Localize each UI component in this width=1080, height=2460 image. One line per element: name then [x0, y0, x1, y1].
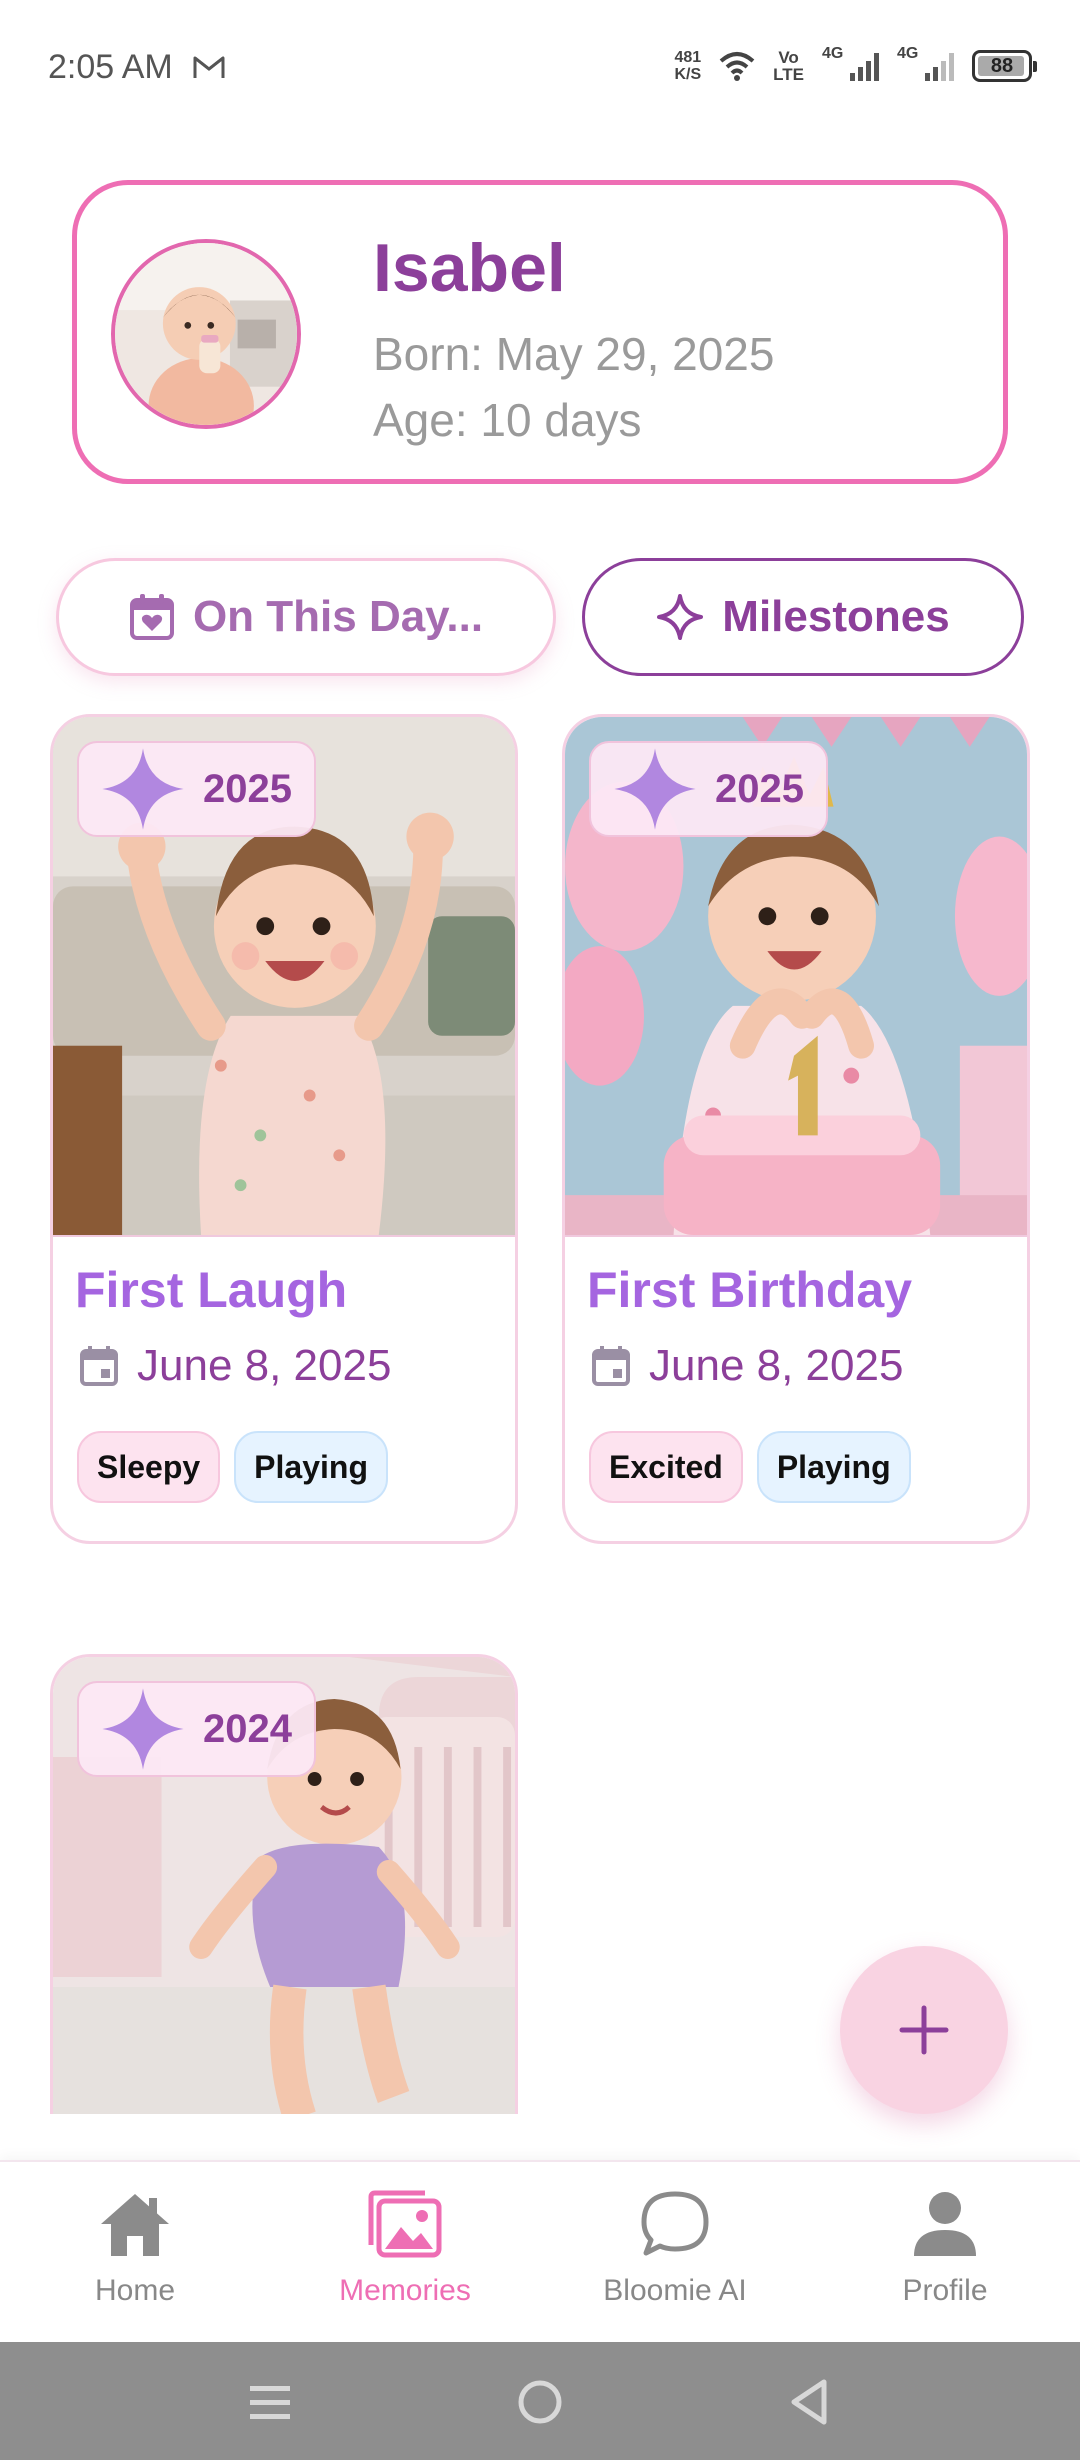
gmail-icon [193, 56, 225, 78]
memory-photo[interactable]: 2025 [53, 717, 515, 1237]
memory-card-first-birthday[interactable]: 2025 First Birthday June 8, 2025 Excited… [562, 714, 1030, 1544]
chat-bubble-icon [635, 2184, 715, 2264]
year-badge: 2025 [589, 741, 828, 837]
tag-chip[interactable]: Playing [756, 1431, 911, 1503]
tag-chip[interactable]: Excited [589, 1431, 743, 1503]
on-this-day-button[interactable]: On This Day... [56, 558, 556, 676]
mood-tags: Excited Playing [589, 1431, 911, 1503]
memory-date: June 8, 2025 [79, 1341, 391, 1391]
wifi-icon [719, 52, 755, 81]
year-badge: 2025 [77, 741, 316, 837]
person-icon [905, 2184, 985, 2264]
memory-card-2024[interactable]: 2024 [50, 1654, 518, 2114]
mood-tags: Sleepy Playing [77, 1431, 388, 1503]
circle-icon [518, 2380, 562, 2424]
tag-chip[interactable]: Sleepy [77, 1431, 221, 1503]
status-icons: 481 K/S Vo LTE 4G 4G 88 [674, 44, 1037, 88]
signal-icon-sim1: 4G [822, 45, 879, 81]
plus-icon [899, 2005, 949, 2055]
baby-photo-avatar [115, 243, 297, 425]
add-memory-button[interactable] [840, 1946, 1008, 2114]
menu-icon [250, 2386, 290, 2419]
nav-memories[interactable]: Memories [295, 2184, 515, 2324]
memory-date: June 8, 2025 [591, 1341, 903, 1391]
avatar[interactable] [111, 239, 301, 429]
memory-photo[interactable]: 2025 [565, 717, 1027, 1237]
bottom-navigation: Home Memories Bloomie AI Profile [0, 2160, 1080, 2342]
sparkle-icon [102, 748, 184, 830]
home-button[interactable] [510, 2372, 570, 2432]
memory-title: First Laugh [75, 1262, 348, 1318]
gallery-icon [365, 2184, 445, 2264]
home-icon [95, 2184, 175, 2264]
calendar-icon [592, 1346, 630, 1386]
nav-home[interactable]: Home [25, 2184, 245, 2324]
nav-bloomie-ai[interactable]: Bloomie AI [565, 2184, 785, 2324]
nav-profile[interactable]: Profile [835, 2184, 1055, 2324]
memory-card-first-laugh[interactable]: 2025 First Laugh June 8, 2025 Sleepy Pla… [50, 714, 518, 1544]
milestones-button[interactable]: Milestones [582, 558, 1024, 676]
memory-title: First Birthday [587, 1262, 913, 1318]
back-triangle-icon [791, 2379, 827, 2425]
network-speed: 481 K/S [674, 49, 702, 83]
on-this-day-label: On This Day... [192, 592, 484, 641]
birth-date: Born: May 29, 2025 [373, 328, 775, 380]
tag-chip[interactable]: Playing [234, 1431, 388, 1503]
signal-icon-sim2: 4G [897, 45, 954, 81]
recent-apps-button[interactable] [240, 2372, 300, 2432]
sparkle-icon [657, 594, 704, 640]
battery-icon: 88 [972, 50, 1037, 82]
year-badge: 2024 [77, 1681, 316, 1777]
volte-indicator: Vo LTE [773, 48, 804, 84]
sparkle-icon [614, 748, 696, 830]
back-button[interactable] [780, 2372, 840, 2432]
system-navigation-bar [0, 2342, 1080, 2460]
calendar-icon [80, 1346, 118, 1386]
child-profile-card[interactable]: Isabel Born: May 29, 2025 Age: 10 days [72, 180, 1008, 484]
sparkle-icon [102, 1688, 184, 1770]
milestones-label: Milestones [722, 592, 950, 641]
calendar-heart-icon [129, 594, 174, 640]
memory-photo[interactable]: 2024 [53, 1657, 515, 2114]
child-age: Age: 10 days [373, 394, 642, 446]
child-name: Isabel [373, 230, 566, 306]
status-time: 2:05 AM [48, 48, 173, 86]
status-bar: 2:05 AM 481 K/S Vo LTE 4G 4G 88 [0, 0, 1080, 130]
